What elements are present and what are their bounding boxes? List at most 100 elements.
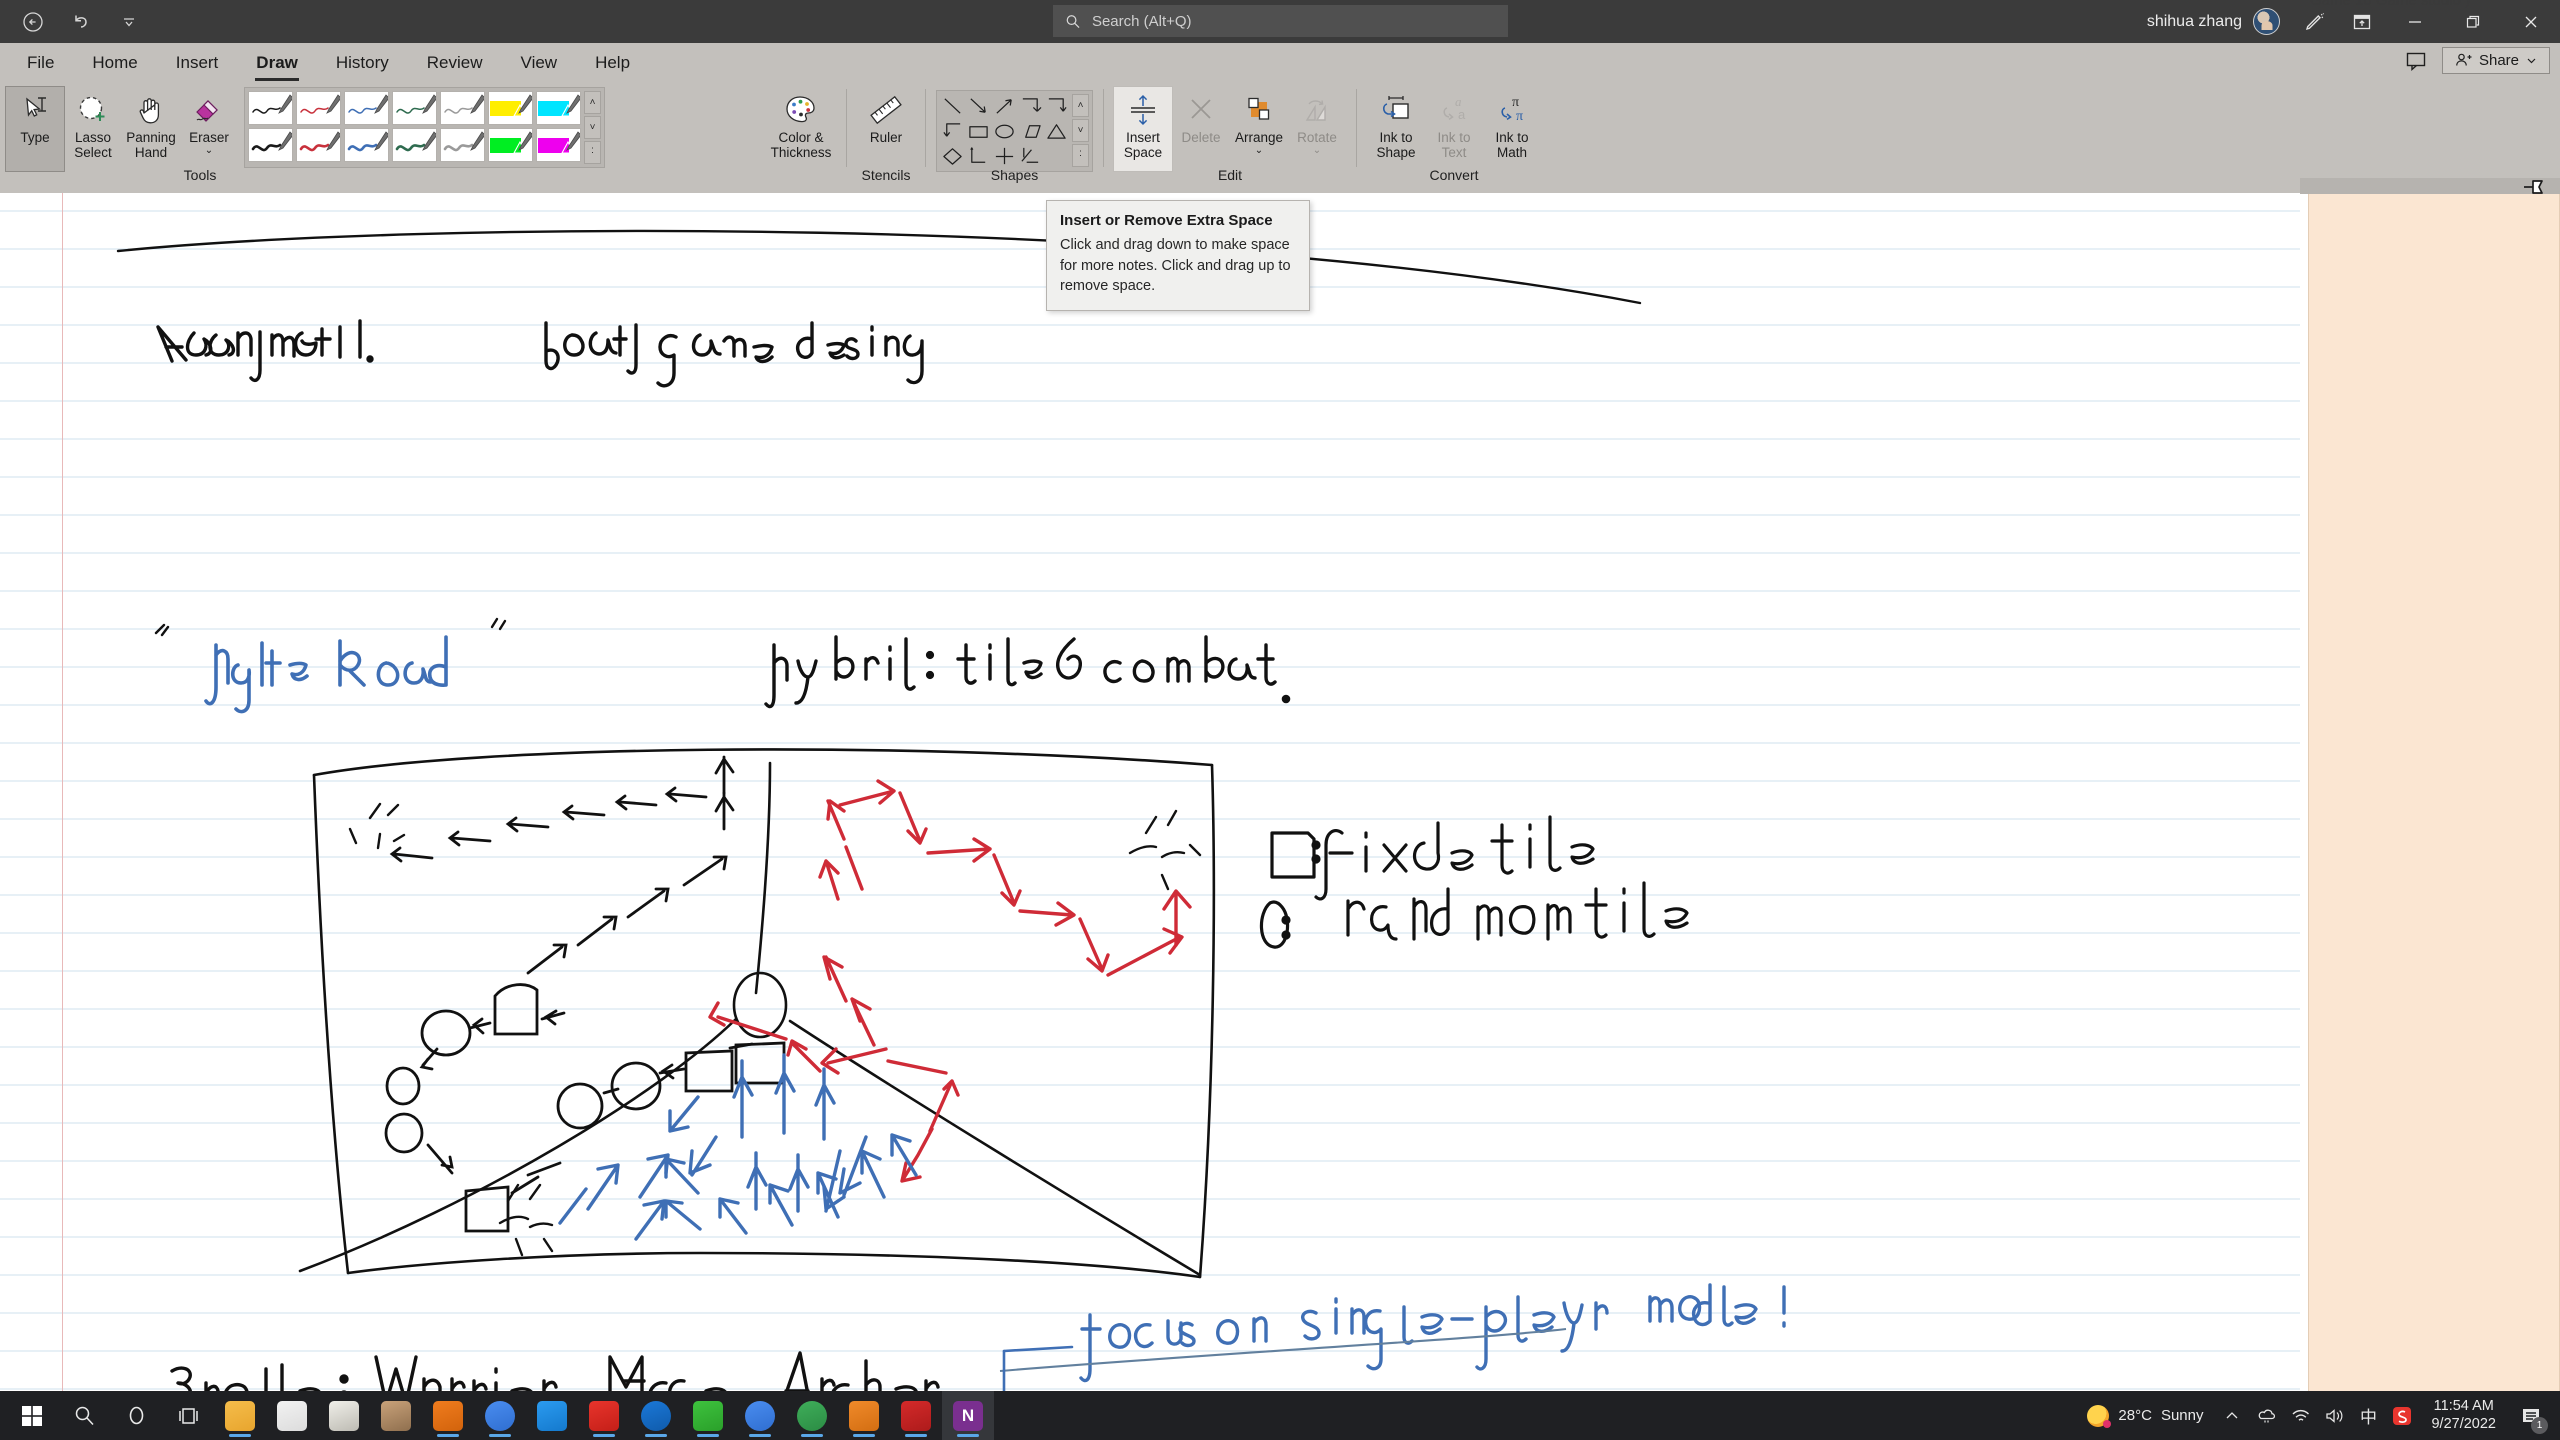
ruler-button[interactable]: Ruler xyxy=(857,87,915,171)
chevron-down-icon[interactable]: ⌄ xyxy=(1255,146,1263,156)
ime-language-indicator[interactable]: 中 xyxy=(2351,1391,2385,1440)
customize-quick-access-icon[interactable] xyxy=(116,9,142,35)
highlighter-cyan[interactable] xyxy=(536,91,581,125)
youdao-icon[interactable] xyxy=(578,1391,630,1440)
wifi-icon[interactable] xyxy=(2283,1391,2317,1440)
insert-space-button[interactable]: Insert Space xyxy=(1113,86,1173,172)
page-workspace[interactable] xyxy=(0,193,2560,1415)
wechat-icon[interactable] xyxy=(682,1391,734,1440)
pen-gallery-more[interactable]: ˸ xyxy=(584,141,601,164)
pin-icon[interactable] xyxy=(2522,177,2546,202)
microsoft-store-icon[interactable] xyxy=(266,1391,318,1440)
file-explorer-icon[interactable] xyxy=(214,1391,266,1440)
pencil-gray-thick[interactable] xyxy=(440,128,485,162)
avatar[interactable] xyxy=(2253,8,2280,35)
pen-gallery-scroll-down[interactable]: ˅ xyxy=(584,116,601,139)
ribbon-tab-history[interactable]: History xyxy=(319,46,406,80)
arrange-button[interactable]: Arrange ⌄ xyxy=(1230,87,1288,171)
tool-type-button[interactable]: Type xyxy=(5,86,65,172)
chevron-up-icon[interactable] xyxy=(2215,1391,2249,1440)
tool-lasso-select-button[interactable]: Lasso Select xyxy=(64,87,122,171)
ribbon-tab-review[interactable]: Review xyxy=(410,46,500,80)
highlighter-magenta[interactable] xyxy=(536,128,581,162)
elbow-arrow-right-down-icon[interactable] xyxy=(1018,94,1043,118)
search-input[interactable] xyxy=(1091,12,1496,30)
share-button[interactable]: Share xyxy=(2441,47,2550,74)
pen-green-thick[interactable] xyxy=(392,128,437,162)
axes-xy-icon[interactable] xyxy=(966,144,991,168)
clock[interactable]: 11:54 AM 9/27/2022 xyxy=(2419,1398,2508,1433)
weather-widget[interactable]: 28°C Sunny xyxy=(2075,1404,2215,1428)
ink-to-shape-button[interactable]: Ink to Shape xyxy=(1367,87,1425,171)
ribbon-body: Type Lasso Select Panning Hand Eraser ⌄ … xyxy=(0,83,2560,193)
pen-gallery-scroll-up[interactable]: ˄ xyxy=(584,91,601,114)
pen-black-thick[interactable] xyxy=(248,128,293,162)
media-player-icon[interactable] xyxy=(630,1391,682,1440)
elbow-arrow-down-icon[interactable] xyxy=(1044,94,1069,118)
ellipse-icon[interactable] xyxy=(992,119,1017,143)
ribbon-tab-draw[interactable]: Draw xyxy=(239,46,315,81)
game-app-icon[interactable] xyxy=(318,1391,370,1440)
sogou-ime-icon[interactable] xyxy=(2385,1391,2419,1440)
highlighter-yellow[interactable] xyxy=(488,91,533,125)
global-search-box[interactable] xyxy=(1053,5,1508,37)
notifications-icon[interactable]: 1 xyxy=(2508,1391,2554,1440)
rectangle-icon[interactable] xyxy=(966,119,991,143)
undo-icon[interactable] xyxy=(68,9,94,35)
axes-cross-icon[interactable] xyxy=(992,144,1017,168)
ribbon-tab-file[interactable]: File xyxy=(10,46,71,80)
ribbon-tab-help[interactable]: Help xyxy=(578,46,647,80)
elbow-arrow-left-down-icon[interactable] xyxy=(940,119,965,143)
comments-icon[interactable] xyxy=(2404,49,2428,73)
torii-app-icon[interactable] xyxy=(370,1391,422,1440)
windows-start-icon[interactable] xyxy=(6,1391,58,1440)
arrow-up-right-icon[interactable] xyxy=(992,94,1017,118)
five-blue-icon[interactable] xyxy=(526,1391,578,1440)
shapes-gallery-more[interactable]: ˸ xyxy=(1072,144,1089,167)
pen-green-thin[interactable] xyxy=(392,91,437,125)
chrome-2-icon[interactable] xyxy=(734,1391,786,1440)
chrome-icon[interactable] xyxy=(474,1391,526,1440)
diamond-icon[interactable] xyxy=(940,144,965,168)
arrow-down-right-icon[interactable] xyxy=(966,94,991,118)
chrome-s-icon[interactable] xyxy=(786,1391,838,1440)
pen-red-thick[interactable] xyxy=(296,128,341,162)
ink-layer[interactable] xyxy=(0,193,2300,1415)
pen-black-thin[interactable] xyxy=(248,91,293,125)
volume-icon[interactable] xyxy=(2317,1391,2351,1440)
acrobat-icon[interactable] xyxy=(890,1391,942,1440)
back-arrow-icon[interactable] xyxy=(20,9,46,35)
taskbar-search-icon[interactable] xyxy=(58,1391,110,1440)
onedrive-icon[interactable] xyxy=(2249,1391,2283,1440)
highlighter-green[interactable] xyxy=(488,128,533,162)
tool-panning-hand-button[interactable]: Panning Hand xyxy=(122,87,180,171)
parallelogram-icon[interactable] xyxy=(1018,119,1043,143)
account-chip[interactable]: shihua zhang xyxy=(2147,8,2290,35)
color-and-thickness-button[interactable]: Color & Thickness xyxy=(766,87,836,171)
page-list-panel[interactable] xyxy=(2300,193,2560,1415)
line-diagonal-icon[interactable] xyxy=(940,94,965,118)
search-orange-icon[interactable] xyxy=(422,1391,474,1440)
onenote-icon[interactable]: N xyxy=(942,1391,994,1440)
tool-eraser-button[interactable]: Eraser ⌄ xyxy=(180,87,238,171)
cortana-circle-icon[interactable] xyxy=(110,1391,162,1440)
chrome-2-icon-glyph xyxy=(745,1400,775,1431)
ink-to-math-button[interactable]: ππ Ink to Math xyxy=(1483,87,1541,171)
pdf-reader-icon[interactable] xyxy=(838,1391,890,1440)
pen-blue-thin[interactable] xyxy=(344,91,389,125)
pencil-gray-thin[interactable] xyxy=(440,91,485,125)
pen-blue-thick[interactable] xyxy=(344,128,389,162)
page-tab-item[interactable] xyxy=(2308,193,2560,1415)
chevron-down-icon[interactable]: ⌄ xyxy=(205,146,213,156)
ribbon-tab-insert[interactable]: Insert xyxy=(159,46,236,80)
close-button[interactable] xyxy=(2502,0,2560,43)
ribbon-tab-view[interactable]: View xyxy=(504,46,575,80)
shapes-gallery-scroll-up[interactable]: ˄ xyxy=(1072,94,1089,117)
ribbon-tab-home[interactable]: Home xyxy=(75,46,154,80)
triangle-icon[interactable] xyxy=(1044,119,1069,143)
axes-quadrant-icon[interactable] xyxy=(1018,144,1043,168)
shapes-gallery-scroll-down[interactable]: ˅ xyxy=(1072,119,1089,142)
note-page-canvas[interactable] xyxy=(0,193,2300,1415)
task-view-icon[interactable] xyxy=(162,1391,214,1440)
pen-red-thin[interactable] xyxy=(296,91,341,125)
